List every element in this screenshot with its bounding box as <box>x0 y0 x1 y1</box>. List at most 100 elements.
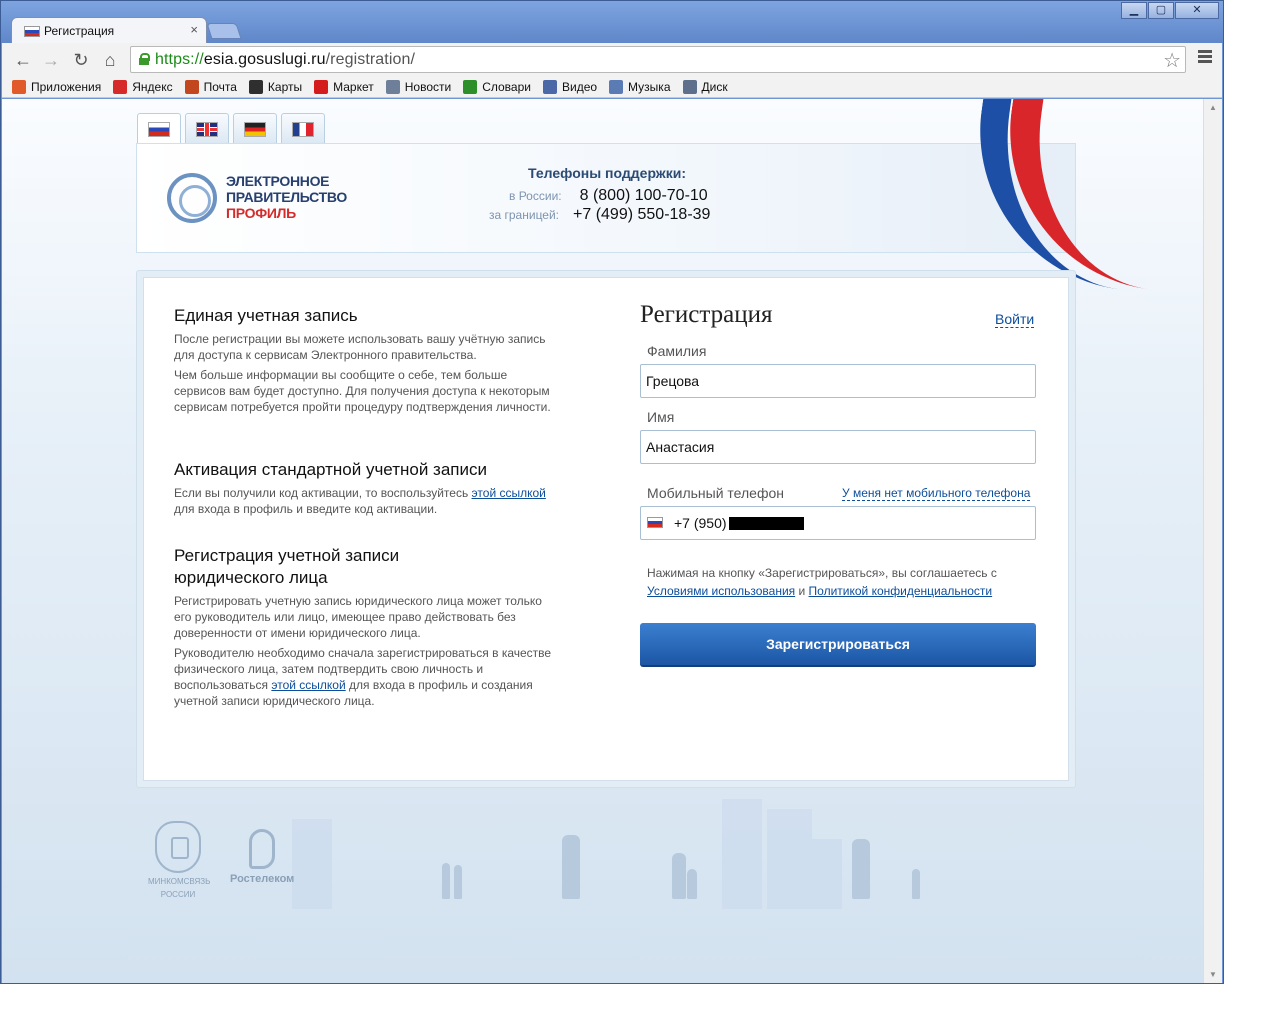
bookmark-item[interactable]: Видео <box>542 79 598 94</box>
bookmark-label: Новости <box>404 79 452 94</box>
lang-tab-fr[interactable] <box>281 113 325 143</box>
bookmark-item[interactable]: Яндекс <box>113 79 173 94</box>
address-bar[interactable]: https://esia.gosuslugi.ru/registration/ … <box>130 46 1186 73</box>
disk-icon <box>682 79 697 94</box>
logo-line-2: ПРАВИТЕЛЬСТВО <box>226 189 347 205</box>
section-text: После регистрации вы можете использовать… <box>174 332 546 362</box>
market-icon <box>314 79 329 94</box>
maps-icon <box>248 79 263 94</box>
registration-title: Регистрация <box>640 301 773 328</box>
no-mobile-phone-link[interactable]: У меня нет мобильного телефона <box>842 486 1031 501</box>
lock-icon <box>139 53 150 65</box>
bookmarks-bar: Приложения Яндекс Почта Карты Маркет Новости С… <box>2 76 1222 98</box>
new-tab-button[interactable] <box>206 23 242 39</box>
russia-flag-icon <box>647 517 663 528</box>
maximize-button[interactable]: ▢ <box>1148 2 1174 19</box>
window-controls: ▁ ▢ ✕ <box>1120 2 1219 20</box>
browser-window: Регистрация × ▁ ▢ ✕ ← → ↻ ⌂ https://esia… <box>0 0 1224 984</box>
tricolor-ribbon-decoration <box>822 99 1182 290</box>
france-flag-icon <box>292 122 314 137</box>
legal-entity-link[interactable]: этой ссылкой <box>271 678 345 692</box>
phone-russia-row: в России: 8 (800) 100-70-10 <box>509 187 708 205</box>
news-icon <box>385 79 400 94</box>
reload-icon[interactable]: ↻ <box>70 49 92 71</box>
lastname-field[interactable]: Грецова <box>640 364 1036 398</box>
bookmark-item[interactable]: Маркет <box>314 79 374 94</box>
tab-close-icon[interactable]: × <box>190 22 198 37</box>
logo-line-3: ПРОФИЛЬ <box>226 205 296 221</box>
terms-of-use-link[interactable]: Условиями использования <box>647 584 795 598</box>
dict-icon <box>463 79 478 94</box>
bookmark-label: Маркет <box>333 79 374 94</box>
phone-abroad-number: +7 (499) 550-18-39 <box>573 206 711 223</box>
scroll-down-icon[interactable]: ▼ <box>1209 970 1217 979</box>
info-section-account: Единая учетная запись После регистрации … <box>174 305 558 415</box>
mail-icon <box>184 79 199 94</box>
section-title-line-2: юридического лица <box>174 568 328 587</box>
phone-label: Мобильный телефон <box>647 485 784 501</box>
phone-abroad-label: за границей: <box>489 208 560 222</box>
bookmark-item[interactable]: Диск <box>682 79 728 94</box>
bookmark-label: Почта <box>203 79 237 94</box>
logo-line-1: ЭЛЕКТРОННОЕ <box>226 173 330 189</box>
video-icon <box>542 79 557 94</box>
bookmark-item[interactable]: Карты <box>248 79 302 94</box>
chrome-menu-icon[interactable] <box>1198 50 1212 65</box>
browser-toolbar: ← → ↻ ⌂ https://esia.gosuslugi.ru/regist… <box>2 43 1222 76</box>
close-window-button[interactable]: ✕ <box>1175 2 1219 19</box>
section-text: Руководителю необходимо сначала зарегист… <box>174 646 552 708</box>
bookmark-star-icon[interactable]: ☆ <box>1163 48 1181 73</box>
privacy-policy-link[interactable]: Политикой конфиденциальности <box>809 584 993 598</box>
bookmark-item[interactable]: Словари <box>463 79 531 94</box>
yandex-icon <box>113 79 128 94</box>
firstname-label: Имя <box>647 409 675 425</box>
phone-prefix: +7 (950) <box>674 515 727 531</box>
phone-abroad-row: за границей: +7 (499) 550-18-39 <box>489 206 710 224</box>
minkomsvyaz-logo: МИНКОМСВЯЗЬ РОССИИ <box>148 821 211 899</box>
activation-link[interactable]: этой ссылкой <box>472 486 546 500</box>
ministry-line-1: МИНКОМСВЯЗЬ <box>148 877 211 886</box>
vertical-scrollbar[interactable]: ▲ ▼ <box>1203 99 1222 983</box>
info-section-activation: Активация стандартной учетной записи Есл… <box>174 459 558 517</box>
bookmark-label: Видео <box>561 79 598 94</box>
phone-russia-number: 8 (800) 100-70-10 <box>579 187 708 204</box>
url-text: https://esia.gosuslugi.ru/registration/ <box>155 51 416 68</box>
back-icon[interactable]: ← <box>12 49 34 71</box>
scroll-up-icon[interactable]: ▲ <box>1209 103 1217 112</box>
ministry-line-2: РОССИИ <box>160 890 196 899</box>
section-title: Активация стандартной учетной записи <box>174 460 487 479</box>
russia-flag-favicon-icon <box>24 26 40 37</box>
lastname-label: Фамилия <box>647 343 707 359</box>
uk-flag-icon <box>196 122 218 137</box>
rostelecom-icon <box>249 829 276 869</box>
title-bar: Регистрация × ▁ ▢ ✕ <box>1 1 1223 43</box>
rostelecom-text: Ростелеком <box>230 873 295 885</box>
bookmark-item[interactable]: Музыка <box>609 79 671 94</box>
phone-field[interactable]: +7 (950) <box>640 506 1036 540</box>
music-icon <box>609 79 624 94</box>
info-section-legal-entity: Регистрация учетной записи юридического … <box>174 545 558 709</box>
minimize-button[interactable]: ▁ <box>1121 2 1147 19</box>
bookmark-item[interactable]: Новости <box>385 79 452 94</box>
bookmark-label: Приложения <box>31 79 102 94</box>
bookmark-label: Словари <box>482 79 531 94</box>
lang-tab-en[interactable] <box>185 113 229 143</box>
lang-tab-de[interactable] <box>233 113 277 143</box>
register-button[interactable]: Зарегистрироваться <box>640 623 1036 667</box>
forward-icon[interactable]: → <box>40 49 62 71</box>
bookmark-item[interactable]: Приложения <box>12 79 102 94</box>
terms-text: Нажимая на кнопку «Зарегистрироваться», … <box>647 566 997 598</box>
tab-title: Регистрация <box>44 24 115 38</box>
login-link[interactable]: Войти <box>995 311 1035 328</box>
section-text: Если вы получили код активации, то воспо… <box>174 486 546 516</box>
section-title: Единая учетная запись <box>174 306 358 325</box>
bookmark-label: Музыка <box>628 79 671 94</box>
browser-tab[interactable]: Регистрация × <box>11 17 207 43</box>
germany-flag-icon <box>244 122 266 137</box>
lang-tab-ru[interactable] <box>137 113 181 145</box>
bookmark-item[interactable]: Почта <box>184 79 237 94</box>
rostelecom-logo: Ростелеком <box>230 829 294 885</box>
firstname-field[interactable]: Анастасия <box>640 430 1036 464</box>
page-viewport: ЭЛЕКТРОННОЕ ПРАВИТЕЛЬСТВО ПРОФИЛЬ Телефо… <box>2 99 1203 983</box>
home-icon[interactable]: ⌂ <box>99 49 121 71</box>
